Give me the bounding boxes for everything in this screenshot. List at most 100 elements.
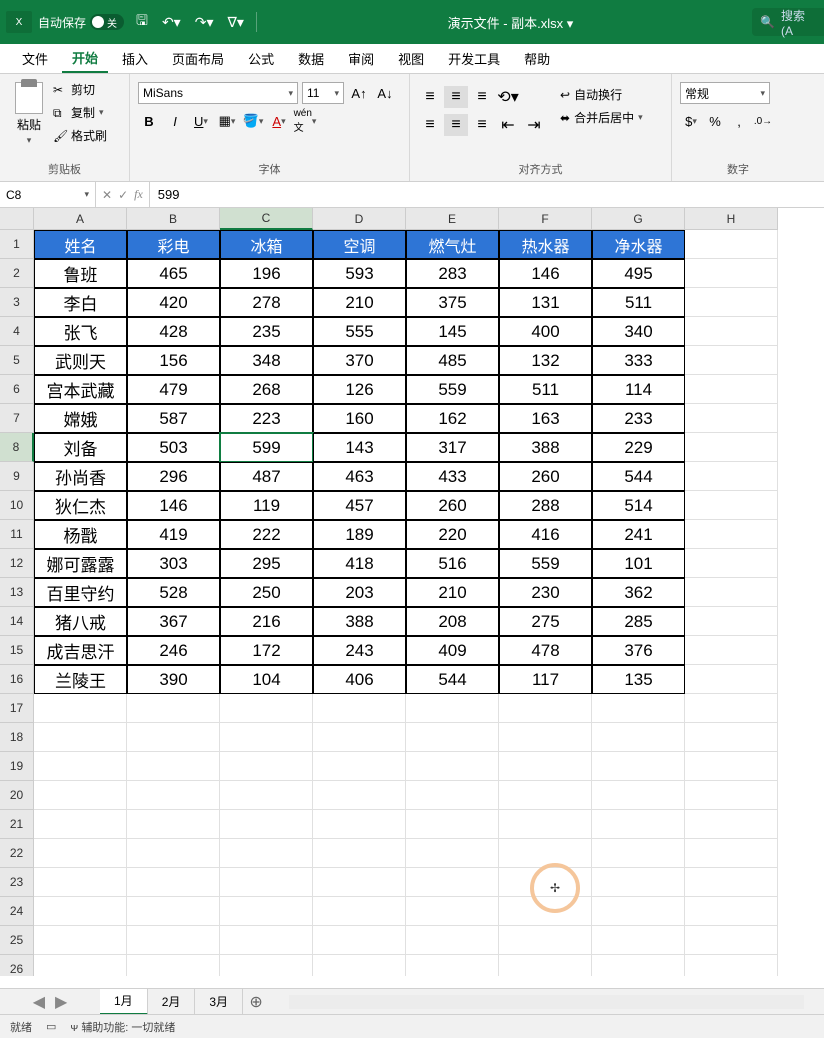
cell[interactable]: 猪八戒 [34,607,127,636]
column-header[interactable]: A [34,208,127,230]
horizontal-scrollbar[interactable] [289,995,804,1009]
autosave-toggle[interactable]: 自动保存 关 [38,14,124,31]
cell[interactable] [592,752,685,781]
cell[interactable]: 511 [499,375,592,404]
cell[interactable] [406,781,499,810]
cell[interactable] [406,810,499,839]
border-button[interactable]: ▦▾ [216,110,238,132]
cell[interactable] [313,781,406,810]
cancel-formula-icon[interactable]: ✕ [102,188,112,202]
row-header[interactable]: 11 [0,520,34,549]
cell[interactable]: 145 [406,317,499,346]
cell[interactable]: 嫦娥 [34,404,127,433]
row-header[interactable]: 22 [0,839,34,868]
row-header[interactable]: 24 [0,897,34,926]
cell[interactable] [499,897,592,926]
cell[interactable]: 196 [220,259,313,288]
cell[interactable]: 114 [592,375,685,404]
cell[interactable]: 武则天 [34,346,127,375]
cell[interactable]: 189 [313,520,406,549]
cell[interactable] [313,897,406,926]
cell[interactable]: 390 [127,665,220,694]
row-header[interactable]: 23 [0,868,34,897]
cell[interactable] [313,752,406,781]
cell[interactable] [127,781,220,810]
spreadsheet-grid[interactable]: ABCDEFGH 1234567891011121314151617181920… [0,208,824,976]
row-header[interactable]: 14 [0,607,34,636]
column-header[interactable]: B [127,208,220,230]
cell[interactable] [34,955,127,976]
cell[interactable]: 230 [499,578,592,607]
cell[interactable]: 388 [313,607,406,636]
cell[interactable] [406,926,499,955]
toggle-switch[interactable]: 关 [90,14,124,30]
cell[interactable]: 235 [220,317,313,346]
cell[interactable]: 487 [220,462,313,491]
cell[interactable]: 479 [127,375,220,404]
cell[interactable] [127,752,220,781]
sheet-tab[interactable]: 1月 [100,989,148,1015]
cell[interactable]: 375 [406,288,499,317]
cell[interactable]: 216 [220,607,313,636]
cell[interactable] [34,781,127,810]
format-painter-button[interactable]: 🖌格式刷 [50,126,110,145]
cell[interactable] [313,723,406,752]
cell[interactable]: 295 [220,549,313,578]
cell[interactable]: 233 [592,404,685,433]
row-header[interactable]: 3 [0,288,34,317]
cell[interactable]: 275 [499,607,592,636]
cell[interactable] [685,839,778,868]
cell[interactable] [34,694,127,723]
cell[interactable] [685,607,778,636]
cell[interactable] [685,578,778,607]
cell[interactable] [127,897,220,926]
sheet-tab[interactable]: 2月 [148,989,196,1015]
align-top-icon[interactable]: ≡ [418,86,442,108]
align-middle-icon[interactable]: ≡ [444,86,468,108]
row-header[interactable]: 2 [0,259,34,288]
cell[interactable]: 420 [127,288,220,317]
cell[interactable] [313,694,406,723]
cell[interactable] [406,955,499,976]
column-header[interactable]: D [313,208,406,230]
cell[interactable]: 163 [499,404,592,433]
cell[interactable]: 362 [592,578,685,607]
cell[interactable] [685,230,778,259]
redo-icon[interactable]: ↷▾ [195,14,214,31]
cell[interactable] [313,926,406,955]
cell[interactable] [685,259,778,288]
cell[interactable]: 288 [499,491,592,520]
cell[interactable]: 冰箱 [220,230,313,259]
cell[interactable] [127,955,220,976]
menu-item-3[interactable]: 页面布局 [162,45,234,72]
column-header[interactable]: F [499,208,592,230]
row-header[interactable]: 17 [0,694,34,723]
cell[interactable]: 净水器 [592,230,685,259]
cell[interactable] [685,317,778,346]
merge-center-button[interactable]: ⬌合并后居中 ▾ [560,109,643,126]
cell[interactable] [34,897,127,926]
cell[interactable]: 367 [127,607,220,636]
sheet-nav-prev-icon[interactable]: ◀ [33,992,45,1012]
cell[interactable]: 彩电 [127,230,220,259]
cell[interactable] [685,433,778,462]
cell[interactable]: 126 [313,375,406,404]
fx-icon[interactable]: fx [134,187,143,202]
cell[interactable] [685,694,778,723]
cell[interactable]: 285 [592,607,685,636]
cell[interactable] [685,491,778,520]
sheet-tab[interactable]: 3月 [195,989,243,1015]
cell[interactable] [313,868,406,897]
row-header[interactable]: 7 [0,404,34,433]
cell[interactable] [685,665,778,694]
cell[interactable] [34,752,127,781]
cell[interactable] [406,868,499,897]
cell[interactable]: 鲁班 [34,259,127,288]
cell[interactable]: 418 [313,549,406,578]
cell[interactable]: 223 [220,404,313,433]
cell[interactable]: 260 [406,491,499,520]
phonetic-button[interactable]: wén文▾ [294,110,316,132]
filter-icon[interactable]: ∇▾ [227,14,243,31]
cell[interactable]: 544 [592,462,685,491]
cell[interactable] [499,694,592,723]
